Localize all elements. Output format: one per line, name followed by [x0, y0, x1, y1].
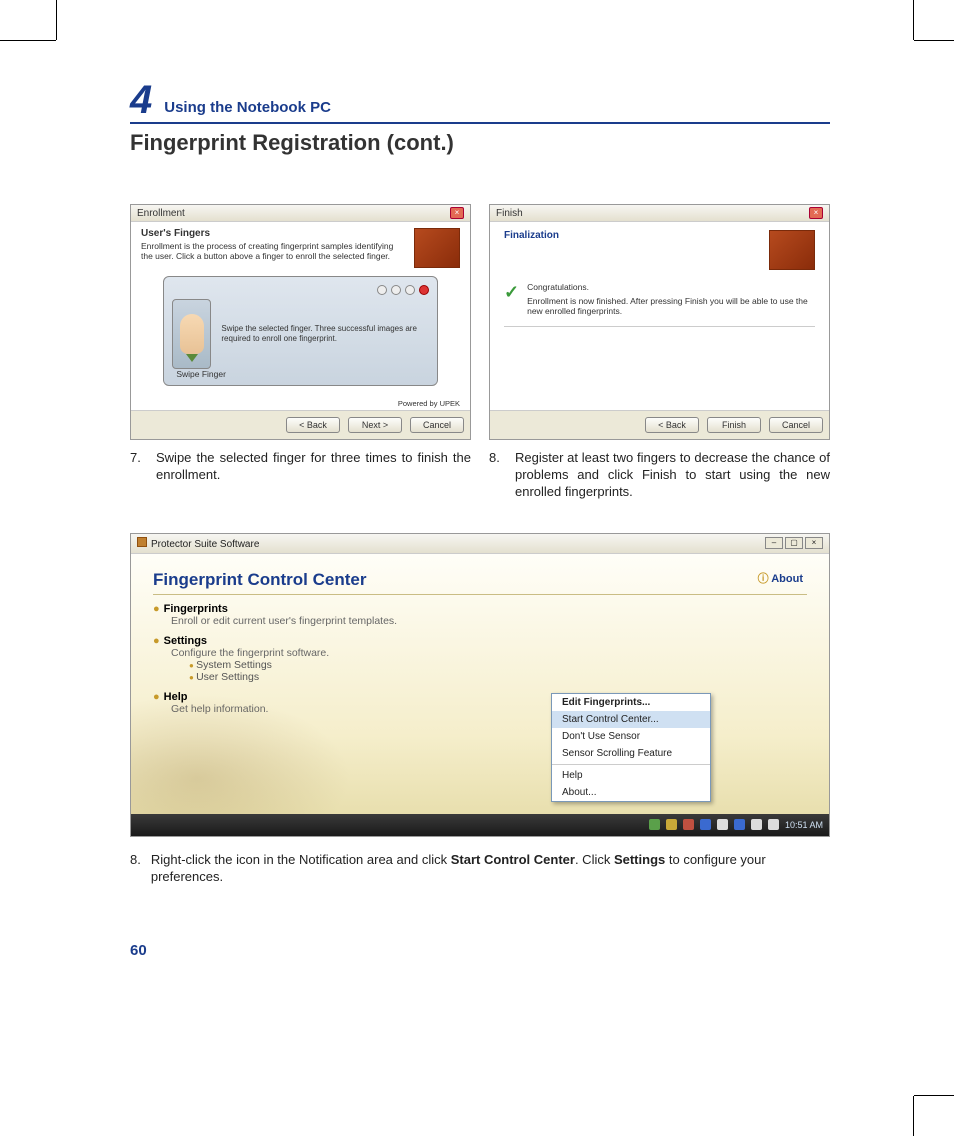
tray-icon[interactable]	[717, 819, 728, 830]
menu-start-control-center[interactable]: Start Control Center...	[552, 711, 710, 728]
menu-sensor-scrolling[interactable]: Sensor Scrolling Feature	[552, 745, 710, 762]
tray-context-menu: Edit Fingerprints... Start Control Cente…	[551, 693, 711, 802]
tray-icon[interactable]	[700, 819, 711, 830]
caption-number: 7.	[130, 450, 146, 484]
user-settings-link[interactable]: User Settings	[189, 671, 807, 683]
enrollment-figure: Enrollment × User's Fingers Enrollment i…	[130, 204, 471, 501]
about-link[interactable]: About	[758, 570, 803, 586]
system-settings-link[interactable]: System Settings	[189, 659, 807, 671]
crop-mark	[914, 40, 954, 41]
taskbar: 10:51 AM	[131, 814, 829, 836]
battery-icon[interactable]	[751, 819, 762, 830]
menu-about[interactable]: About...	[552, 784, 710, 801]
tray-icon[interactable]	[649, 819, 660, 830]
window-titlebar: Protector Suite Software – ▢ ×	[131, 534, 829, 554]
dialog-title: Enrollment	[137, 208, 185, 219]
control-center-figure: Protector Suite Software – ▢ × About Fin…	[130, 533, 830, 837]
congrats-label: Congratulations.	[527, 282, 815, 292]
close-icon[interactable]: ×	[450, 207, 464, 219]
cancel-button[interactable]: Cancel	[410, 417, 464, 433]
settings-item[interactable]: ●Settings	[153, 635, 807, 647]
maximize-icon[interactable]: ▢	[785, 537, 803, 549]
crop-mark	[914, 1095, 954, 1096]
caption-bold: Settings	[614, 852, 665, 867]
swipe-instruction: Swipe the selected finger. Three success…	[221, 324, 428, 344]
page-content: 4 Using the Notebook PC Fingerprint Regi…	[130, 80, 830, 959]
section-title: Fingerprint Registration (cont.)	[130, 130, 830, 156]
finalization-heading: Finalization	[504, 230, 559, 241]
powered-by-label: Powered by UPEK	[398, 399, 460, 408]
menu-edit-fingerprints[interactable]: Edit Fingerprints...	[552, 694, 710, 711]
dialog-heading: User's Fingers	[141, 228, 210, 239]
finish-figure: Finish × Finalization ✓ Congratulations.…	[489, 204, 830, 501]
back-button[interactable]: < Back	[286, 417, 340, 433]
dialog-titlebar: Finish ×	[490, 205, 829, 222]
window-title: Protector Suite Software	[137, 537, 259, 550]
close-icon[interactable]: ×	[809, 207, 823, 219]
control-center-body: About Fingerprint Control Center ●Finger…	[131, 554, 829, 814]
caption-text-part: . Click	[575, 852, 614, 867]
crop-mark	[0, 40, 56, 41]
chapter-number: 4	[130, 80, 152, 120]
dialog-heading-block: User's Fingers Enrollment is the process…	[141, 228, 406, 262]
swipe-label: Swipe Finger	[176, 369, 226, 379]
caption-8a: 8. Register at least two fingers to decr…	[489, 450, 830, 501]
caption-text-part: Right-click the icon in the Notification…	[151, 852, 451, 867]
caption-text: Right-click the icon in the Notification…	[151, 851, 830, 886]
sample-dot-error-icon	[419, 285, 429, 295]
settings-desc: Configure the fingerprint software.	[171, 647, 807, 659]
crop-mark	[913, 1096, 914, 1136]
finish-button[interactable]: Finish	[707, 417, 761, 433]
enrollment-dialog: Enrollment × User's Fingers Enrollment i…	[130, 204, 471, 440]
dialog-title: Finish	[496, 208, 523, 219]
tray-icon[interactable]	[683, 819, 694, 830]
caption-bold: Start Control Center	[451, 852, 575, 867]
crop-mark	[913, 0, 914, 40]
caption-7: 7. Swipe the selected finger for three t…	[130, 450, 471, 484]
tray-icon[interactable]	[666, 819, 677, 830]
caption-number: 8.	[489, 450, 505, 501]
fingerprints-title: Fingerprints	[164, 603, 228, 615]
finish-message-block: Congratulations. Enrollment is now finis…	[527, 282, 815, 316]
fingerprint-thumb-icon	[414, 228, 460, 268]
swipe-panel: Swipe the selected finger. Three success…	[163, 276, 437, 386]
dialog-titlebar: Enrollment ×	[131, 205, 470, 222]
finish-message: Enrollment is now finished. After pressi…	[527, 296, 815, 316]
fingerprints-desc: Enroll or edit current user's fingerprin…	[171, 615, 807, 627]
control-center-heading: Fingerprint Control Center	[153, 570, 807, 595]
app-icon	[137, 537, 147, 547]
next-button[interactable]: Next >	[348, 417, 402, 433]
menu-help[interactable]: Help	[552, 767, 710, 784]
menu-dont-use-sensor[interactable]: Don't Use Sensor	[552, 728, 710, 745]
caption-text: Register at least two fingers to decreas…	[515, 450, 830, 501]
sample-dot-icon	[377, 285, 387, 295]
close-icon[interactable]: ×	[805, 537, 823, 549]
finish-dialog: Finish × Finalization ✓ Congratulations.…	[489, 204, 830, 440]
cancel-button[interactable]: Cancel	[769, 417, 823, 433]
page-number: 60	[130, 942, 830, 959]
volume-icon[interactable]	[768, 819, 779, 830]
settings-title: Settings	[164, 635, 207, 647]
fingerprint-watermark-icon	[131, 694, 351, 814]
caption-8b: 8. Right-click the icon in the Notificat…	[130, 851, 830, 886]
sample-dot-icon	[405, 285, 415, 295]
window-title-text: Protector Suite Software	[151, 539, 259, 550]
chapter-title: Using the Notebook PC	[164, 99, 331, 120]
caption-number: 8.	[130, 851, 141, 886]
taskbar-clock: 10:51 AM	[785, 820, 823, 830]
bluetooth-icon[interactable]	[734, 819, 745, 830]
check-icon: ✓	[504, 282, 519, 316]
back-button[interactable]: < Back	[645, 417, 699, 433]
sample-dot-icon	[391, 285, 401, 295]
minimize-icon[interactable]: –	[765, 537, 783, 549]
finger-graphic-icon	[172, 299, 211, 369]
fingerprints-item[interactable]: ●Fingerprints	[153, 603, 807, 615]
fingerprint-thumb-icon	[769, 230, 815, 270]
crop-mark	[56, 0, 57, 40]
caption-text: Swipe the selected finger for three time…	[156, 450, 471, 484]
dialog-desc: Enrollment is the process of creating fi…	[141, 241, 393, 262]
chapter-header: 4 Using the Notebook PC	[130, 80, 830, 124]
